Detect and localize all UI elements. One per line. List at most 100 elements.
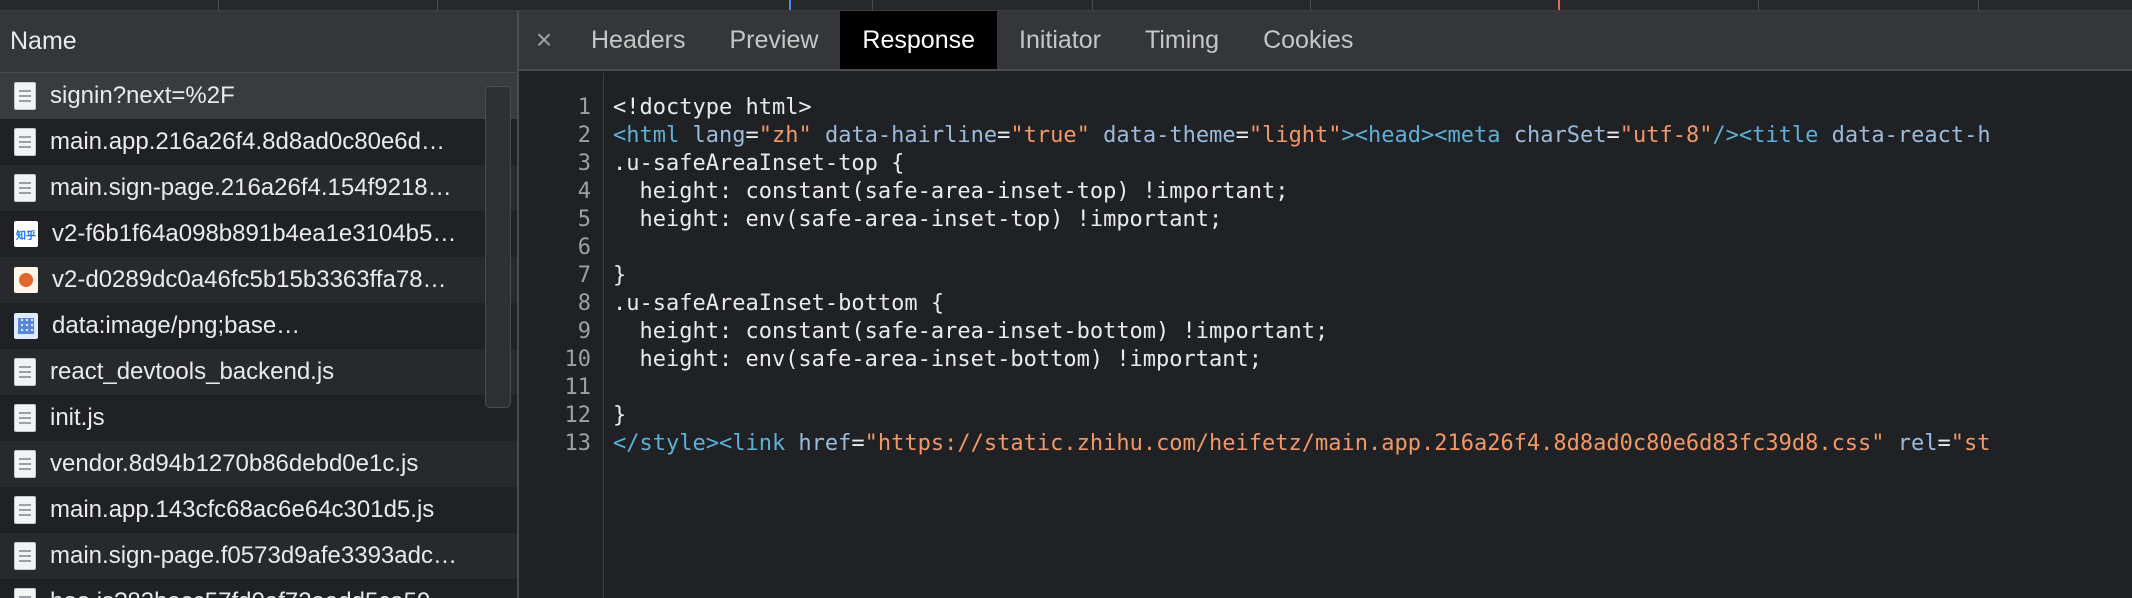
line-number: 12 bbox=[564, 402, 592, 428]
code-line: 7 } bbox=[519, 261, 627, 289]
line-number: 2 bbox=[577, 122, 591, 148]
request-name: vendor.8d94b1270b86debd0e1c.js bbox=[50, 450, 419, 477]
line-number: 3 bbox=[577, 150, 591, 176]
tab-cookies[interactable]: Cookies bbox=[1241, 11, 1375, 69]
timeline-gridline bbox=[218, 0, 219, 10]
image-icon bbox=[14, 267, 38, 293]
document-icon bbox=[14, 542, 36, 570]
code-text: <!doctype html> bbox=[613, 94, 812, 120]
request-name: signin?next=%2F bbox=[50, 82, 235, 109]
tab-headers[interactable]: Headers bbox=[569, 11, 708, 69]
detail-tab-bar: × Headers Preview Response Initiator Tim… bbox=[519, 11, 2132, 71]
request-row[interactable]: signin?next=%2F bbox=[0, 73, 517, 119]
attribute-token: rel bbox=[1884, 430, 1938, 456]
code-text: .u-safeAreaInset-bottom { bbox=[613, 290, 945, 316]
html-tag-token: <html bbox=[613, 122, 680, 148]
tab-response[interactable]: Response bbox=[840, 11, 997, 69]
request-name: init.js bbox=[50, 404, 105, 431]
html-tag-token: ><head><meta bbox=[1341, 122, 1501, 148]
html-tag-token: </style><link bbox=[613, 430, 786, 456]
timeline-gridline bbox=[872, 0, 873, 10]
tab-preview[interactable]: Preview bbox=[708, 11, 841, 69]
equals-token: = bbox=[1606, 122, 1620, 148]
line-number: 7 bbox=[577, 262, 591, 288]
code-text: .u-safeAreaInset-top { bbox=[613, 150, 905, 176]
request-row[interactable]: 知乎 v2-f6b1f64a098b891b4ea1e3104b5… bbox=[0, 211, 517, 257]
code-line: 1 <!doctype html> bbox=[519, 93, 812, 121]
code-text: height: constant(safe-area-inset-top) !i… bbox=[613, 178, 1289, 204]
equals-token: = bbox=[1937, 430, 1951, 456]
request-row[interactable]: vendor.8d94b1270b86debd0e1c.js bbox=[0, 441, 517, 487]
request-name: main.sign-page.216a26f4.154f9218… bbox=[50, 174, 452, 201]
document-icon bbox=[14, 404, 36, 432]
document-icon bbox=[14, 450, 36, 478]
request-name: react_devtools_backend.js bbox=[50, 358, 335, 385]
value-token: "zh" bbox=[758, 122, 812, 148]
timeline-gridline bbox=[437, 0, 438, 10]
timeline-gridline bbox=[1310, 0, 1311, 10]
code-line: 8 .u-safeAreaInset-bottom { bbox=[519, 289, 944, 317]
request-row[interactable]: main.app.143cfc68ac6e64c301d5.js bbox=[0, 487, 517, 533]
line-number: 13 bbox=[564, 430, 592, 456]
line-number: 1 bbox=[577, 94, 591, 120]
close-icon[interactable]: × bbox=[519, 11, 569, 69]
equals-token: = bbox=[745, 122, 759, 148]
document-icon bbox=[14, 82, 36, 110]
equals-token: = bbox=[997, 122, 1011, 148]
request-name: v2-f6b1f64a098b891b4ea1e3104b5… bbox=[52, 220, 457, 247]
value-token: "true" bbox=[1010, 122, 1090, 148]
request-row[interactable]: v2-d0289dc0a46fc5b15b3363ffa78… bbox=[0, 257, 517, 303]
zhihu-image-icon: 知乎 bbox=[14, 221, 38, 247]
timeline-gridline bbox=[1092, 0, 1093, 10]
name-column-header[interactable]: Name bbox=[0, 11, 517, 73]
request-row[interactable]: main.app.216a26f4.8d8ad0c80e6d… bbox=[0, 119, 517, 165]
attribute-token: data-react-h bbox=[1818, 122, 1991, 148]
equals-token: = bbox=[851, 430, 865, 456]
attribute-token: data-hairline bbox=[811, 122, 998, 148]
html-tag-token: /><title bbox=[1712, 122, 1819, 148]
code-text: } bbox=[613, 262, 627, 288]
timeline-marker-red bbox=[1558, 0, 1560, 10]
request-row[interactable]: data:image/png;base… bbox=[0, 303, 517, 349]
request-detail-panel: × Headers Preview Response Initiator Tim… bbox=[519, 11, 2132, 598]
request-row[interactable]: init.js bbox=[0, 395, 517, 441]
line-number: 9 bbox=[577, 318, 591, 344]
value-token: "light" bbox=[1248, 122, 1342, 148]
line-number: 8 bbox=[577, 290, 591, 316]
code-line: 13 </style><link href="https://static.zh… bbox=[519, 429, 1991, 457]
value-token: "utf-8" bbox=[1619, 122, 1713, 148]
request-list-scrollbar[interactable] bbox=[485, 86, 511, 408]
attribute-token: lang bbox=[679, 122, 746, 148]
request-row[interactable]: main.sign-page.f0573d9afe3393adc… bbox=[0, 533, 517, 579]
request-name: data:image/png;base… bbox=[52, 312, 301, 339]
code-line: 6 bbox=[519, 233, 613, 261]
tab-initiator[interactable]: Initiator bbox=[997, 11, 1123, 69]
timeline-gridline bbox=[1758, 0, 1759, 10]
code-line: 2 <html lang="zh" data-hairline="true" d… bbox=[519, 121, 1991, 149]
response-source-viewer[interactable]: 1 <!doctype html> 2 <html lang="zh" data… bbox=[519, 73, 2132, 598]
code-text: <html lang="zh" data-hairline="true" dat… bbox=[603, 123, 1991, 148]
request-row[interactable]: hoo.js?83bacc57fd0af72aadd5ca59 bbox=[0, 579, 517, 598]
code-line: 4 height: constant(safe-area-inset-top) … bbox=[519, 177, 1289, 205]
code-line: 9 height: constant(safe-area-inset-botto… bbox=[519, 317, 1329, 345]
line-number: 5 bbox=[577, 206, 591, 232]
request-name: main.app.143cfc68ac6e64c301d5.js bbox=[50, 496, 435, 523]
code-line: 5 height: env(safe-area-inset-top) !impo… bbox=[519, 205, 1223, 233]
name-column-label: Name bbox=[10, 27, 77, 55]
qr-image-icon bbox=[14, 313, 38, 339]
code-text: height: env(safe-area-inset-top) !import… bbox=[613, 206, 1223, 232]
code-line: 12 } bbox=[519, 401, 627, 429]
timeline-gridline bbox=[1978, 0, 1979, 10]
document-icon bbox=[14, 174, 36, 202]
line-number: 6 bbox=[577, 234, 591, 260]
request-name: main.app.216a26f4.8d8ad0c80e6d… bbox=[50, 128, 445, 155]
request-row[interactable]: main.sign-page.216a26f4.154f9218… bbox=[0, 165, 517, 211]
timeline-overview-strip[interactable] bbox=[0, 0, 2132, 11]
request-row[interactable]: react_devtools_backend.js bbox=[0, 349, 517, 395]
tab-timing[interactable]: Timing bbox=[1123, 11, 1241, 69]
value-token: "https://static.zhihu.com/heifetz/main.a… bbox=[864, 430, 1885, 456]
value-token: "st bbox=[1950, 430, 1991, 456]
document-icon bbox=[14, 496, 36, 524]
line-number: 10 bbox=[564, 346, 592, 372]
request-name: v2-d0289dc0a46fc5b15b3363ffa78… bbox=[52, 266, 447, 293]
